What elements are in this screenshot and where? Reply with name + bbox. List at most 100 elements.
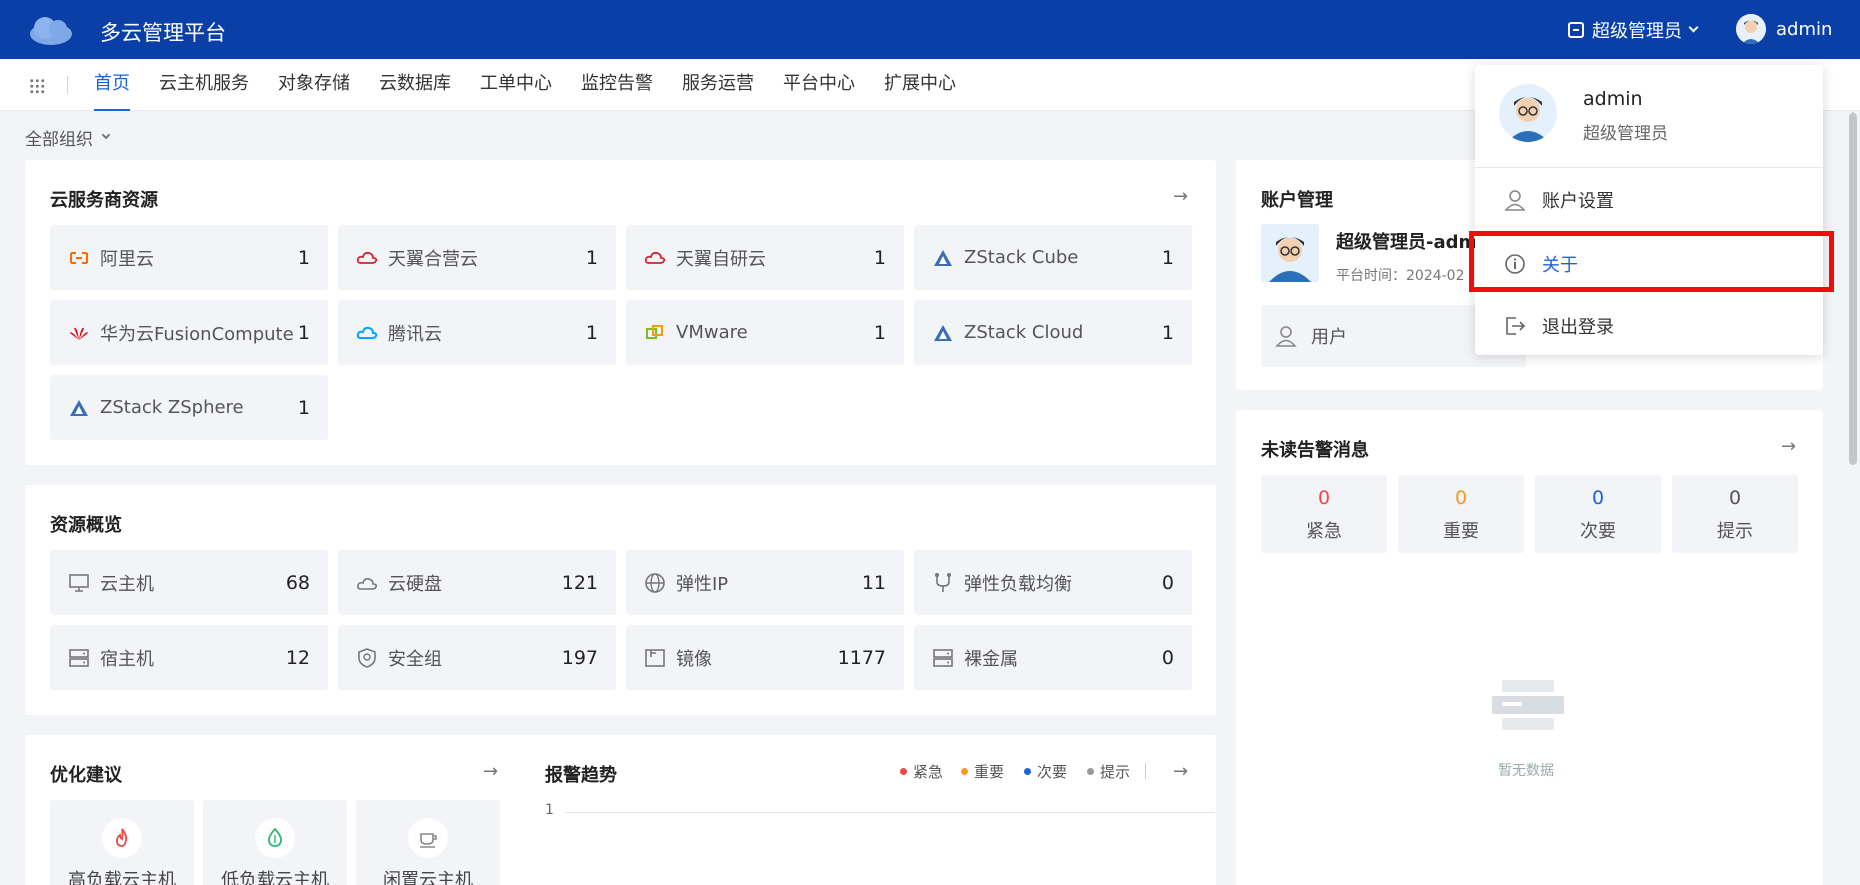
alert-count: 0 <box>1317 487 1331 509</box>
optimization-tile[interactable]: 高负载云主机 <box>50 800 194 885</box>
tile-value: 68 <box>285 571 310 594</box>
users-label: 用户 <box>1311 327 1347 348</box>
nav-item[interactable]: 扩展中心 <box>884 59 956 111</box>
resource-tile[interactable]: 云硬盘 121 <box>338 550 616 615</box>
menu-item-account-settings[interactable]: 账户设置 <box>1475 172 1823 228</box>
resource-tile[interactable]: 天翼自研云 1 <box>626 225 904 290</box>
tile-label: 腾讯云 <box>388 323 442 345</box>
arrow-right-icon[interactable]: → <box>1173 761 1188 782</box>
menu-item-label: 账户设置 <box>1542 191 1614 212</box>
tile-value: 121 <box>561 571 598 594</box>
y-tick-label: 1 <box>545 802 554 818</box>
org-select[interactable]: 全部组织 <box>25 125 111 150</box>
cloud-disk-icon <box>356 572 378 594</box>
nav-item[interactable]: 对象存储 <box>278 59 350 111</box>
logout-icon <box>1506 317 1526 335</box>
role-icon <box>1568 22 1584 38</box>
legend-item[interactable]: 重要 <box>961 761 1004 782</box>
tile-value: 1 <box>585 321 598 344</box>
resource-tile[interactable]: 弹性负载均衡 0 <box>914 550 1192 615</box>
scrollbar-thumb[interactable] <box>1849 113 1857 465</box>
resource-tile[interactable]: ZStack Cube 1 <box>914 225 1192 290</box>
avatar <box>1261 224 1319 282</box>
nav-item[interactable]: 平台中心 <box>783 59 855 111</box>
legend-item[interactable]: 次要 <box>1024 761 1067 782</box>
flame-icon <box>102 818 142 858</box>
nav-item[interactable]: 云数据库 <box>379 59 451 111</box>
legend-dot <box>961 768 968 775</box>
user-menu-trigger[interactable]: admin <box>1736 14 1832 44</box>
legend-divider <box>1145 763 1146 779</box>
tile-value: 197 <box>561 646 598 669</box>
dropdown-header: admin 超级管理员 <box>1475 65 1823 168</box>
alert-count-box[interactable]: 0 次要 <box>1535 475 1661 553</box>
role-switcher[interactable]: 超级管理员 <box>1568 17 1699 43</box>
tile-label: 云主机 <box>100 573 154 595</box>
alert-level-label: 次要 <box>1580 521 1616 542</box>
arrow-right-icon[interactable]: → <box>1173 186 1188 207</box>
user-dropdown-menu: admin 超级管理员 账户设置 关于 退出登录 <box>1475 65 1823 355</box>
tile-value: 1177 <box>837 646 886 669</box>
vmware-icon <box>644 322 666 344</box>
app-grid-icon[interactable] <box>29 78 45 94</box>
server-icon <box>932 647 954 669</box>
alert-level-label: 提示 <box>1717 521 1753 542</box>
optimization-label: 闲置云主机 <box>383 870 473 885</box>
legend-label: 提示 <box>1100 763 1131 781</box>
resource-tile[interactable]: 云主机 68 <box>50 550 328 615</box>
legend-dot <box>1024 768 1031 775</box>
nav-item[interactable]: 首页 <box>94 59 130 111</box>
nav-item[interactable]: 云主机服务 <box>159 59 249 111</box>
legend-item[interactable]: 提示 <box>1087 761 1130 782</box>
optimization-tile[interactable]: 低负载云主机 <box>203 800 347 885</box>
alert-level-label: 重要 <box>1443 521 1479 542</box>
menu-item-logout[interactable]: 退出登录 <box>1475 298 1823 354</box>
arrow-right-icon[interactable]: → <box>1781 436 1796 457</box>
shield-icon <box>356 647 378 669</box>
arrow-right-icon[interactable]: → <box>483 761 498 782</box>
huawei-icon <box>68 322 90 344</box>
resource-tile[interactable]: ZStack Cloud 1 <box>914 300 1192 365</box>
tile-label: ZStack Cube <box>964 247 1079 268</box>
tile-value: 1 <box>873 246 886 269</box>
resource-tile[interactable]: 宿主机 12 <box>50 625 328 690</box>
resource-tile[interactable]: 天翼合营云 1 <box>338 225 616 290</box>
alert-count-box[interactable]: 0 紧急 <box>1261 475 1387 553</box>
alert-count-box[interactable]: 0 重要 <box>1398 475 1524 553</box>
alert-count-box[interactable]: 0 提示 <box>1672 475 1798 553</box>
tile-value: 1 <box>297 321 310 344</box>
legend-item[interactable]: 紧急 <box>900 761 943 782</box>
legend-dot <box>1087 768 1094 775</box>
card-title: 未读告警消息 <box>1261 440 1369 461</box>
tile-label: 宿主机 <box>100 648 154 670</box>
optimization-tile[interactable]: 闲置云主机 <box>356 800 500 885</box>
resource-tile[interactable]: ZStack ZSphere 1 <box>50 375 328 440</box>
resource-tile[interactable]: 华为云FusionCompute 1 <box>50 300 328 365</box>
resource-tile[interactable]: VMware 1 <box>626 300 904 365</box>
resource-tile[interactable]: 弹性IP 11 <box>626 550 904 615</box>
empty-state-icon <box>1492 680 1564 730</box>
resource-tile[interactable]: 裸金属 0 <box>914 625 1192 690</box>
tile-value: 1 <box>297 396 310 419</box>
tile-value: 1 <box>297 246 310 269</box>
tile-label: 安全组 <box>388 648 442 670</box>
legend-label: 紧急 <box>913 763 944 781</box>
tile-value: 0 <box>1161 571 1174 594</box>
resource-tile[interactable]: 镜像 1177 <box>626 625 904 690</box>
nav-items: 首页 云主机服务 对象存储 云数据库 工单中心 监控告警 服务运营 平台中心 扩展中心 <box>94 59 956 111</box>
org-select-label: 全部组织 <box>25 130 93 150</box>
resource-tile[interactable]: 安全组 197 <box>338 625 616 690</box>
legend-label: 重要 <box>974 763 1005 781</box>
tianyi-cloud-icon <box>644 247 666 269</box>
resource-tile[interactable]: 阿里云 1 <box>50 225 328 290</box>
nav-item[interactable]: 工单中心 <box>480 59 552 111</box>
drop-icon <box>255 818 295 858</box>
user-icon <box>1504 190 1526 211</box>
alert-count: 0 <box>1591 487 1605 509</box>
nav-item[interactable]: 服务运营 <box>682 59 754 111</box>
image-icon <box>644 647 666 669</box>
nav-item[interactable]: 监控告警 <box>581 59 653 111</box>
tile-label: 阿里云 <box>100 248 154 270</box>
zstack-icon <box>932 322 954 344</box>
resource-tile[interactable]: 腾讯云 1 <box>338 300 616 365</box>
